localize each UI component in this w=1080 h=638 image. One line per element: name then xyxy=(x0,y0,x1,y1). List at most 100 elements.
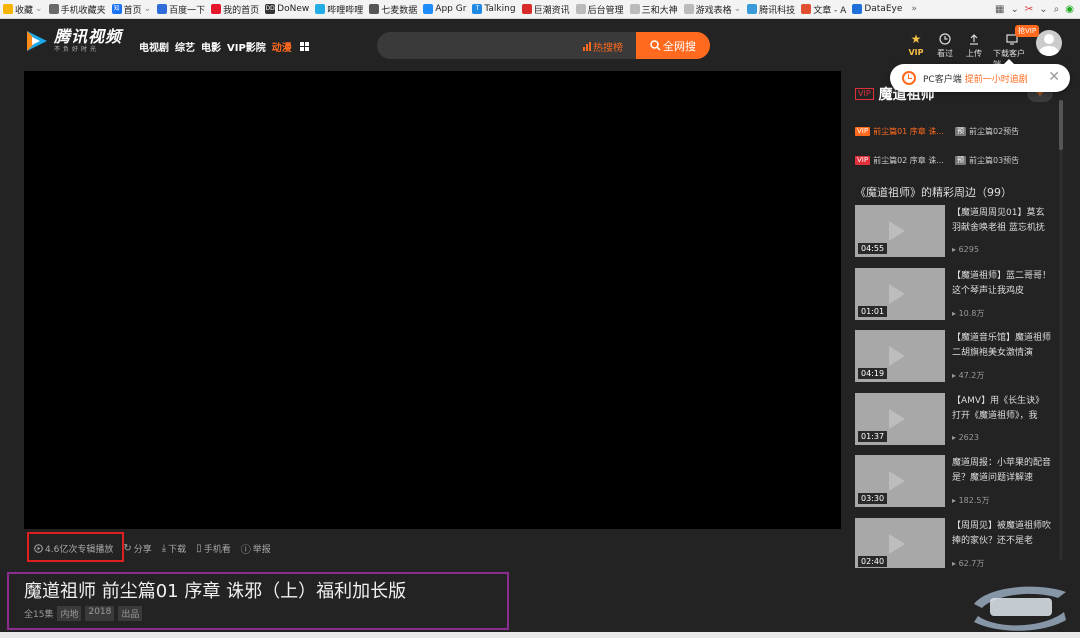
bookmark-favicon-icon xyxy=(747,4,758,14)
episode-item[interactable]: VIP 前尘篇02 序章 诛... xyxy=(855,155,955,166)
related-video-title[interactable]: 【魔道周周见01】莫玄羽献舍唤老祖 蓝忘机抚 xyxy=(952,206,1052,236)
bookmark-label: 七麦数据 xyxy=(381,5,418,16)
vip-label: VIP xyxy=(908,48,924,57)
more-categories-icon[interactable] xyxy=(299,42,309,51)
bookmark-favicon-icon xyxy=(801,4,812,14)
bookmark-item[interactable]: 哔哩哔哩 xyxy=(312,0,366,18)
chevron-down-icon[interactable]: ⌄ xyxy=(1010,4,1018,15)
bookmark-item[interactable]: 百度一下 xyxy=(154,0,208,18)
user-avatar[interactable] xyxy=(1036,30,1062,56)
logo-slogan: 不负好时光 xyxy=(54,46,100,53)
bookmark-item[interactable]: 腾讯科技 xyxy=(744,0,798,18)
bookmark-item[interactable]: 文章 - A xyxy=(798,0,849,18)
bookmark-label: 我的首页 xyxy=(223,5,260,16)
bookmark-item[interactable]: 游戏表格 ⌄ xyxy=(681,0,745,18)
search-button[interactable]: 全网搜 xyxy=(636,32,710,59)
side-scrollbar-thumb[interactable] xyxy=(1059,100,1063,150)
report-button[interactable]: ⓘ 举报 xyxy=(241,541,271,556)
bookmark-item[interactable]: 收藏 ⌄ xyxy=(0,0,46,18)
vip-promo-badge[interactable]: 抢VIP xyxy=(1015,25,1040,37)
bookmark-favicon-icon xyxy=(157,4,168,14)
browser-toolbar-icons: ▦ ⌄ ✂ ⌄ ⌕ ◉ xyxy=(989,0,1080,18)
upload-label: 上传 xyxy=(966,49,982,58)
search-icon[interactable]: ⌕ xyxy=(1054,4,1060,15)
mobile-watch-button[interactable]: ▯ 手机看 xyxy=(196,542,231,555)
related-video-item[interactable]: 01:01 【魔道祖师】蓝二哥哥！这个琴声让我鸡皮 ▸ 10.8万 xyxy=(855,267,1055,331)
play-icon xyxy=(889,408,905,429)
alarm-clock-icon xyxy=(902,71,916,85)
player-action-bar: 4.6亿次专辑播放 ↻ 分享 ⤓ 下载 ▯ 手机看 ⓘ 举报 xyxy=(24,536,841,560)
video-title: 魔道祖师 前尘篇01 序章 诛邪（上）福利加长版 xyxy=(24,581,407,602)
episode-item[interactable]: 预前尘篇03预告 xyxy=(955,155,1055,166)
upload-button[interactable]: 上传 xyxy=(964,32,984,59)
video-thumbnail[interactable]: 04:55 xyxy=(855,205,945,257)
game-icon[interactable]: ◉ xyxy=(1065,4,1074,15)
bookmark-item[interactable]: 我的首页 xyxy=(208,0,262,18)
bookmarks-more-button[interactable]: » xyxy=(905,4,923,14)
related-video-item[interactable]: 02:40 【周周见】被魔道祖师吹捧的家伙？还不是老 ▸ 62.7万 xyxy=(855,517,1055,568)
related-video-title[interactable]: 魔道周报：小苹果的配音是？魔道问题详解速 xyxy=(952,456,1052,486)
chevron-down-icon[interactable]: ⌄ xyxy=(1039,4,1047,15)
bookmark-item[interactable]: 后台管理 xyxy=(573,0,627,18)
video-thumbnail[interactable]: 03:30 xyxy=(855,455,945,507)
episode-item[interactable]: 预前尘篇02预告 xyxy=(955,126,1055,137)
download-button[interactable]: ⤓ 下载 xyxy=(162,542,186,555)
bookmark-favicon-icon xyxy=(48,4,59,14)
search-input[interactable] xyxy=(389,32,579,59)
popup-link[interactable]: 提前一小时追剧 xyxy=(965,72,1028,85)
related-video-item[interactable]: 04:55 【魔道周周见01】莫玄羽献舍唤老祖 蓝忘机抚 ▸ 6295 xyxy=(855,205,1055,268)
bookmark-item[interactable]: App Gr xyxy=(420,0,469,18)
related-video-title[interactable]: 【魔道音乐馆】魔道祖师 二胡旗袍美女激情演 xyxy=(952,331,1052,361)
bookmark-item[interactable]: 七麦数据 xyxy=(366,0,420,18)
side-scrollbar-track[interactable] xyxy=(1059,100,1063,560)
related-video-title[interactable]: 【AMV】用《长生诀》打开《魔道祖师》，我 xyxy=(952,394,1052,424)
bookmark-label: 巨潮资讯 xyxy=(533,5,570,16)
episode-list: VIP 前尘篇01 序章 诛... 预前尘篇02预告 VIP 前尘篇02 序章 诛...… xyxy=(855,126,1055,166)
related-list: 04:55 【魔道周周见01】莫玄羽献舍唤老祖 蓝忘机抚 ▸ 6295 01:01 【魔… xyxy=(855,205,1055,568)
video-thumbnail[interactable]: 01:37 xyxy=(855,392,945,445)
close-icon[interactable]: ✕ xyxy=(1048,69,1060,85)
video-tag[interactable]: 出品 xyxy=(118,606,143,621)
bookmark-item[interactable]: 三和大神 xyxy=(627,0,681,18)
bookmark-item[interactable]: 知首页 ⌄ xyxy=(109,0,155,18)
site-logo[interactable]: 腾讯视频 不负好时光 xyxy=(24,28,122,54)
bookmark-label: 后台管理 xyxy=(587,5,624,16)
nav-item[interactable]: VIP影院 xyxy=(227,39,266,54)
nav-item[interactable]: 综艺 xyxy=(175,39,195,54)
hot-rank-link[interactable]: 热搜榜 xyxy=(583,39,623,54)
episode-item[interactable]: VIP 前尘篇01 序章 诛... xyxy=(855,126,955,137)
vip-button[interactable]: ★ VIP xyxy=(906,32,926,57)
related-video-views: ▸ 2623 xyxy=(952,433,979,442)
video-thumbnail[interactable]: 04:19 xyxy=(855,330,945,382)
video-duration: 04:55 xyxy=(858,243,888,254)
nav-item[interactable]: 电视剧 xyxy=(139,39,169,54)
episode-tag: 预 xyxy=(955,156,966,165)
bookmark-favicon-icon xyxy=(423,4,434,14)
related-video-item[interactable]: 04:19 【魔道音乐馆】魔道祖师 二胡旗袍美女激情演 ▸ 47.2万 xyxy=(855,330,1055,393)
related-video-title[interactable]: 【魔道祖师】蓝二哥哥！这个琴声让我鸡皮 xyxy=(952,269,1052,299)
grid-apps-icon[interactable]: ▦ xyxy=(995,4,1004,15)
bookmark-label: App Gr xyxy=(435,4,467,14)
history-button[interactable]: 看过 xyxy=(935,32,955,59)
cut-icon[interactable]: ✂ xyxy=(1025,4,1033,15)
bookmark-item[interactable]: 巨潮资讯 xyxy=(519,0,573,18)
bookmark-item[interactable]: DD DoNew xyxy=(262,0,312,18)
mobile-watch-label: 手机看 xyxy=(203,544,231,555)
related-video-item[interactable]: 03:30 魔道周报：小苹果的配音是？魔道问题详解速 ▸ 182.5万 xyxy=(855,455,1055,518)
bookmark-item[interactable]: 手机收藏夹 xyxy=(46,0,109,18)
nav-item[interactable]: 动漫 xyxy=(272,39,292,54)
related-video-item[interactable]: 01:37 【AMV】用《长生诀》打开《魔道祖师》，我 ▸ 2623 xyxy=(855,392,1055,456)
video-thumbnail[interactable]: 02:40 xyxy=(855,517,945,568)
bookmark-label: 腾讯科技 xyxy=(759,5,796,16)
watermark-logo-icon xyxy=(968,580,1072,632)
video-thumbnail[interactable]: 01:01 xyxy=(855,267,945,320)
nav-item[interactable]: 电影 xyxy=(201,39,221,54)
share-button[interactable]: ↻ 分享 xyxy=(123,542,151,555)
bookmark-item[interactable]: T Talking xyxy=(469,0,518,18)
bookmark-label: 首页 xyxy=(123,5,142,16)
video-player[interactable] xyxy=(24,71,841,529)
video-tag[interactable]: 2018 xyxy=(85,606,115,621)
video-tag[interactable]: 内地 xyxy=(57,606,82,621)
bookmark-item[interactable]: DataEye xyxy=(849,0,905,18)
related-video-title[interactable]: 【周周见】被魔道祖师吹捧的家伙？还不是老 xyxy=(952,519,1052,549)
